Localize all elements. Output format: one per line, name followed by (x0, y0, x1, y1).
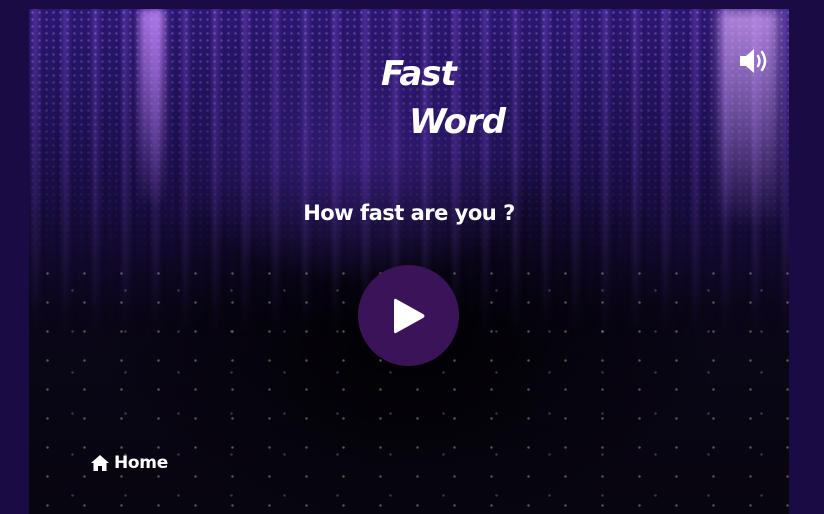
home-icon (91, 455, 109, 471)
game-title-line2: Word (409, 102, 506, 142)
play-icon (393, 298, 424, 333)
home-label: Home (114, 453, 168, 473)
left-light-glow (139, 9, 165, 209)
game-stage: Fast Word How fast are you ? Home (29, 9, 789, 514)
right-light-glow (719, 9, 779, 229)
play-button[interactable] (358, 265, 459, 366)
game-frame: Fast Word How fast are you ? Home (0, 0, 824, 514)
tagline: How fast are you ? (303, 201, 515, 225)
game-title-line1: Fast (381, 54, 457, 94)
home-link[interactable]: Home (90, 451, 168, 475)
sound-toggle-button[interactable] (738, 46, 772, 76)
volume-icon (740, 49, 767, 73)
